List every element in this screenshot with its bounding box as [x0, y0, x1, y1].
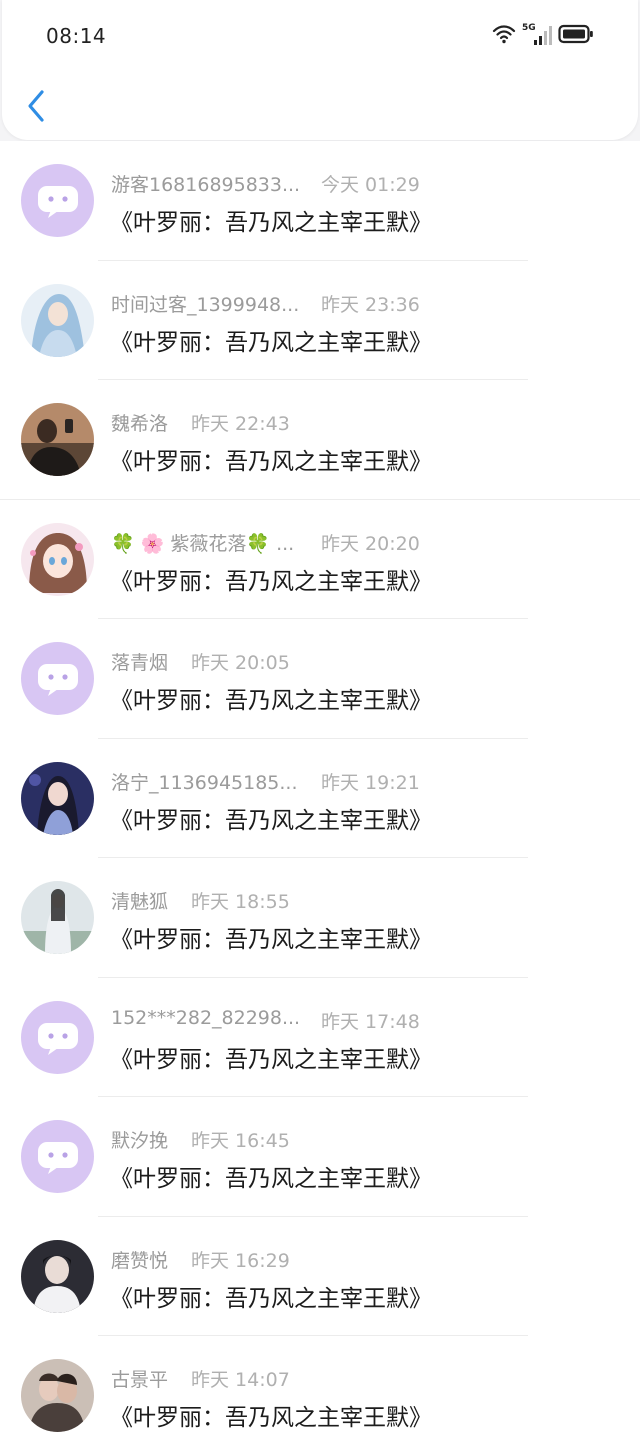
portrait-avatar[interactable]	[21, 1239, 94, 1313]
status-time: 08:14	[46, 24, 107, 48]
message-row[interactable]: 磨赞悦 昨天 16:29 《叶罗丽：吾乃风之主宰王默》	[0, 1217, 640, 1336]
message-row[interactable]: 清魅狐 昨天 18:55 《叶罗丽：吾乃风之主宰王默》	[0, 858, 640, 978]
message-row[interactable]: 游客16816895833... 今天 01:29 《叶罗丽：吾乃风之主宰王默》	[0, 141, 640, 261]
chevron-left-icon	[28, 90, 44, 122]
battery-icon	[558, 24, 594, 48]
cellular-signal-icon: 5G	[522, 23, 552, 47]
message-meta: 磨赞悦 昨天 16:29	[111, 1246, 290, 1273]
message-time: 昨天 16:45	[191, 1130, 290, 1152]
message-row[interactable]: 落青烟 昨天 20:05 《叶罗丽：吾乃风之主宰王默》	[0, 619, 640, 739]
message-time: 昨天 18:55	[191, 891, 290, 913]
message-text: 《叶罗丽：吾乃风之主宰王默》	[110, 688, 432, 714]
message-meta: 152***282_82298... 昨天 17:48	[111, 1007, 420, 1034]
hanfu-figure-avatar[interactable]	[21, 881, 94, 954]
message-time: 昨天 14:07	[191, 1369, 290, 1391]
message-time: 昨天 19:21	[321, 771, 420, 794]
message-text: 《叶罗丽：吾乃风之主宰王默》	[110, 1046, 432, 1073]
costume-girl-avatar[interactable]	[21, 761, 94, 835]
user-name[interactable]: 游客16816895833...	[111, 170, 321, 197]
message-row[interactable]: 默汐挽 昨天 16:45 《叶罗丽：吾乃风之主宰王默》	[0, 1097, 640, 1217]
message-meta: 🍀 🌸 紫薇花落🍀 ... 昨天 20:20	[111, 529, 420, 556]
message-row[interactable]: 152***282_82298... 昨天 17:48 《叶罗丽：吾乃风之主宰王…	[0, 978, 640, 1097]
anime-girl-avatar[interactable]	[21, 522, 94, 596]
user-name[interactable]: 时间过客_1399948...	[111, 290, 321, 317]
message-row[interactable]: 🍀 🌸 紫薇花落🍀 ... 昨天 20:20 《叶罗丽：吾乃风之主宰王默》	[0, 500, 640, 619]
message-text: 《叶罗丽：吾乃风之主宰王默》	[110, 329, 432, 356]
message-meta: 时间过客_1399948... 昨天 23:36	[111, 290, 420, 317]
default-avatar-icon[interactable]	[21, 164, 94, 237]
message-text: 《叶罗丽：吾乃风之主宰王默》	[110, 568, 432, 595]
couple-photo-avatar[interactable]	[21, 1359, 94, 1432]
message-row[interactable]: 洛宁_1136945185... 昨天 19:21 《叶罗丽：吾乃风之主宰王默》	[0, 739, 640, 858]
message-time: 昨天 16:29	[191, 1249, 290, 1272]
default-avatar-icon[interactable]	[21, 1120, 94, 1193]
message-text: 《叶罗丽：吾乃风之主宰王默》	[110, 1166, 432, 1192]
message-meta: 魏希洛 昨天 22:43	[111, 409, 290, 436]
user-name[interactable]: 魏希洛	[111, 409, 191, 436]
blue-haired-figure-avatar[interactable]	[21, 283, 94, 357]
default-avatar-icon[interactable]	[21, 642, 94, 715]
user-name[interactable]: 落青烟	[111, 648, 191, 675]
user-name[interactable]: 默汐挽	[111, 1126, 191, 1153]
user-name[interactable]: 古景平	[111, 1365, 191, 1392]
message-row[interactable]: 魏希洛 昨天 22:43 《叶罗丽：吾乃风之主宰王默》	[0, 380, 640, 500]
message-text: 《叶罗丽：吾乃风之主宰王默》	[110, 927, 432, 953]
user-name[interactable]: 磨赞悦	[111, 1246, 191, 1273]
message-meta: 清魅狐 昨天 18:55	[111, 887, 290, 914]
user-name[interactable]: 洛宁_1136945185...	[111, 768, 321, 795]
message-text: 《叶罗丽：吾乃风之主宰王默》	[110, 1405, 432, 1431]
message-meta: 洛宁_1136945185... 昨天 19:21	[111, 768, 420, 795]
message-time: 今天 01:29	[321, 174, 420, 196]
top-header: 08:14 5G	[2, 0, 638, 140]
message-row[interactable]: 时间过客_1399948... 昨天 23:36 《叶罗丽：吾乃风之主宰王默》	[0, 261, 640, 380]
message-text: 《叶罗丽：吾乃风之主宰王默》	[110, 210, 432, 236]
status-icons: 5G	[492, 23, 594, 48]
message-time: 昨天 23:36	[321, 293, 420, 316]
person-photo-avatar[interactable]	[21, 403, 94, 476]
wifi-icon	[492, 24, 516, 48]
back-button[interactable]	[24, 86, 52, 126]
message-text: 《叶罗丽：吾乃风之主宰王默》	[110, 807, 432, 834]
message-row[interactable]: 古景平 昨天 14:07 《叶罗丽：吾乃风之主宰王默》	[0, 1336, 640, 1456]
user-name[interactable]: 🍀 🌸 紫薇花落🍀 ...	[111, 529, 321, 556]
message-meta: 游客16816895833... 今天 01:29	[111, 170, 420, 197]
message-text: 《叶罗丽：吾乃风之主宰王默》	[110, 1285, 432, 1312]
default-avatar-icon[interactable]	[21, 1000, 94, 1074]
user-name[interactable]: 清魅狐	[111, 887, 191, 914]
message-meta: 落青烟 昨天 20:05	[111, 648, 290, 675]
message-text: 《叶罗丽：吾乃风之主宰王默》	[110, 449, 432, 475]
message-time: 昨天 22:43	[191, 413, 290, 435]
message-time: 昨天 20:20	[321, 532, 420, 555]
user-name[interactable]: 152***282_82298...	[111, 1007, 321, 1034]
message-list: 游客16816895833... 今天 01:29 《叶罗丽：吾乃风之主宰王默》…	[0, 141, 640, 1456]
message-time: 昨天 17:48	[321, 1010, 420, 1033]
message-meta: 古景平 昨天 14:07	[111, 1365, 290, 1392]
message-meta: 默汐挽 昨天 16:45	[111, 1126, 290, 1153]
message-time: 昨天 20:05	[191, 652, 290, 674]
